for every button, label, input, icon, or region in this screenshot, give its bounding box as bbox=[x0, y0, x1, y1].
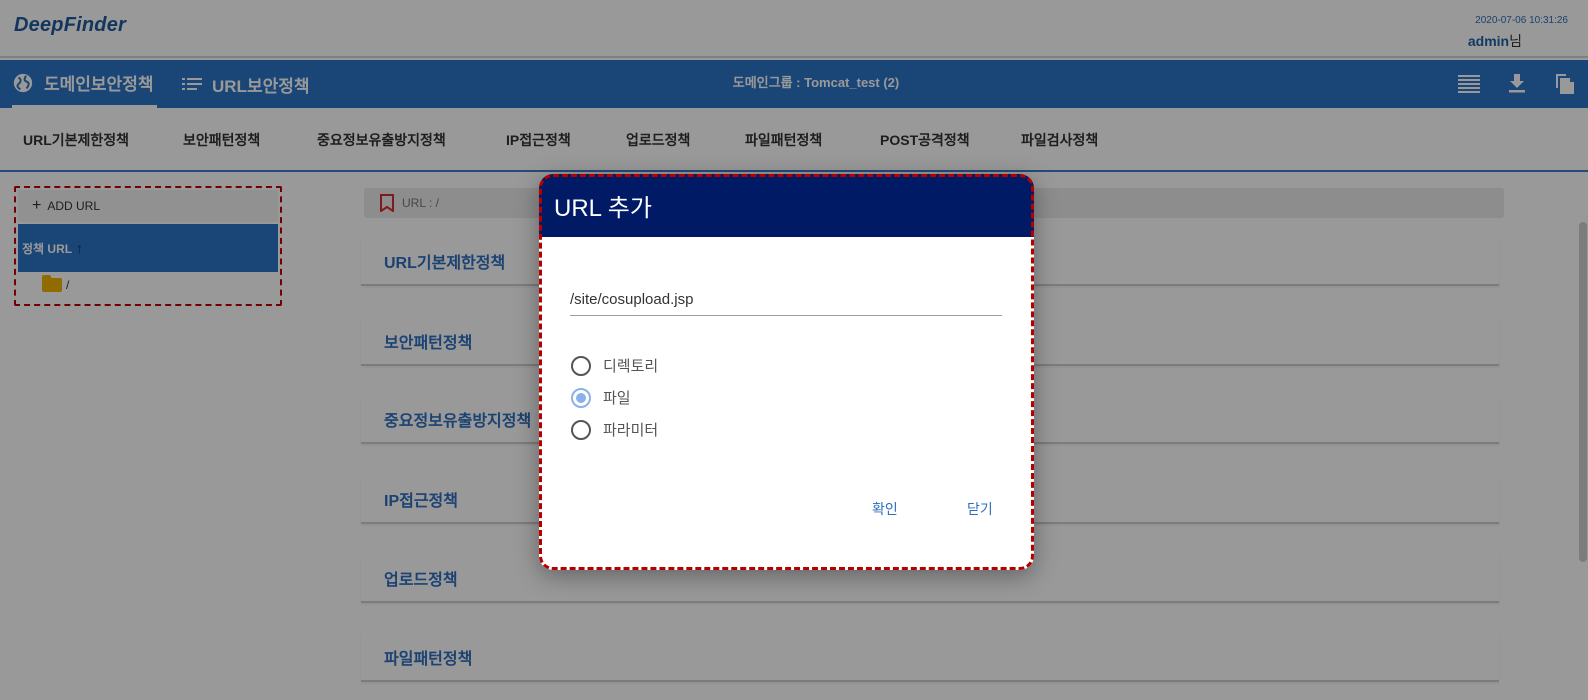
dialog-title: URL 추가 bbox=[539, 174, 1034, 237]
radio-circle-checked[interactable] bbox=[571, 387, 591, 408]
confirm-button[interactable]: 확인 bbox=[872, 499, 898, 519]
radio-circle[interactable] bbox=[571, 355, 591, 376]
add-url-dialog: URL 추가 디렉토리 파일 파라미터 확인 닫기 bbox=[539, 174, 1034, 570]
radio-option-parameter[interactable]: 파라미터 bbox=[571, 419, 658, 440]
url-path-input[interactable] bbox=[570, 284, 1002, 316]
radio-circle[interactable] bbox=[571, 419, 591, 440]
close-button[interactable]: 닫기 bbox=[967, 499, 993, 519]
radio-option-file[interactable]: 파일 bbox=[571, 387, 631, 408]
radio-option-directory[interactable]: 디렉토리 bbox=[571, 355, 658, 376]
